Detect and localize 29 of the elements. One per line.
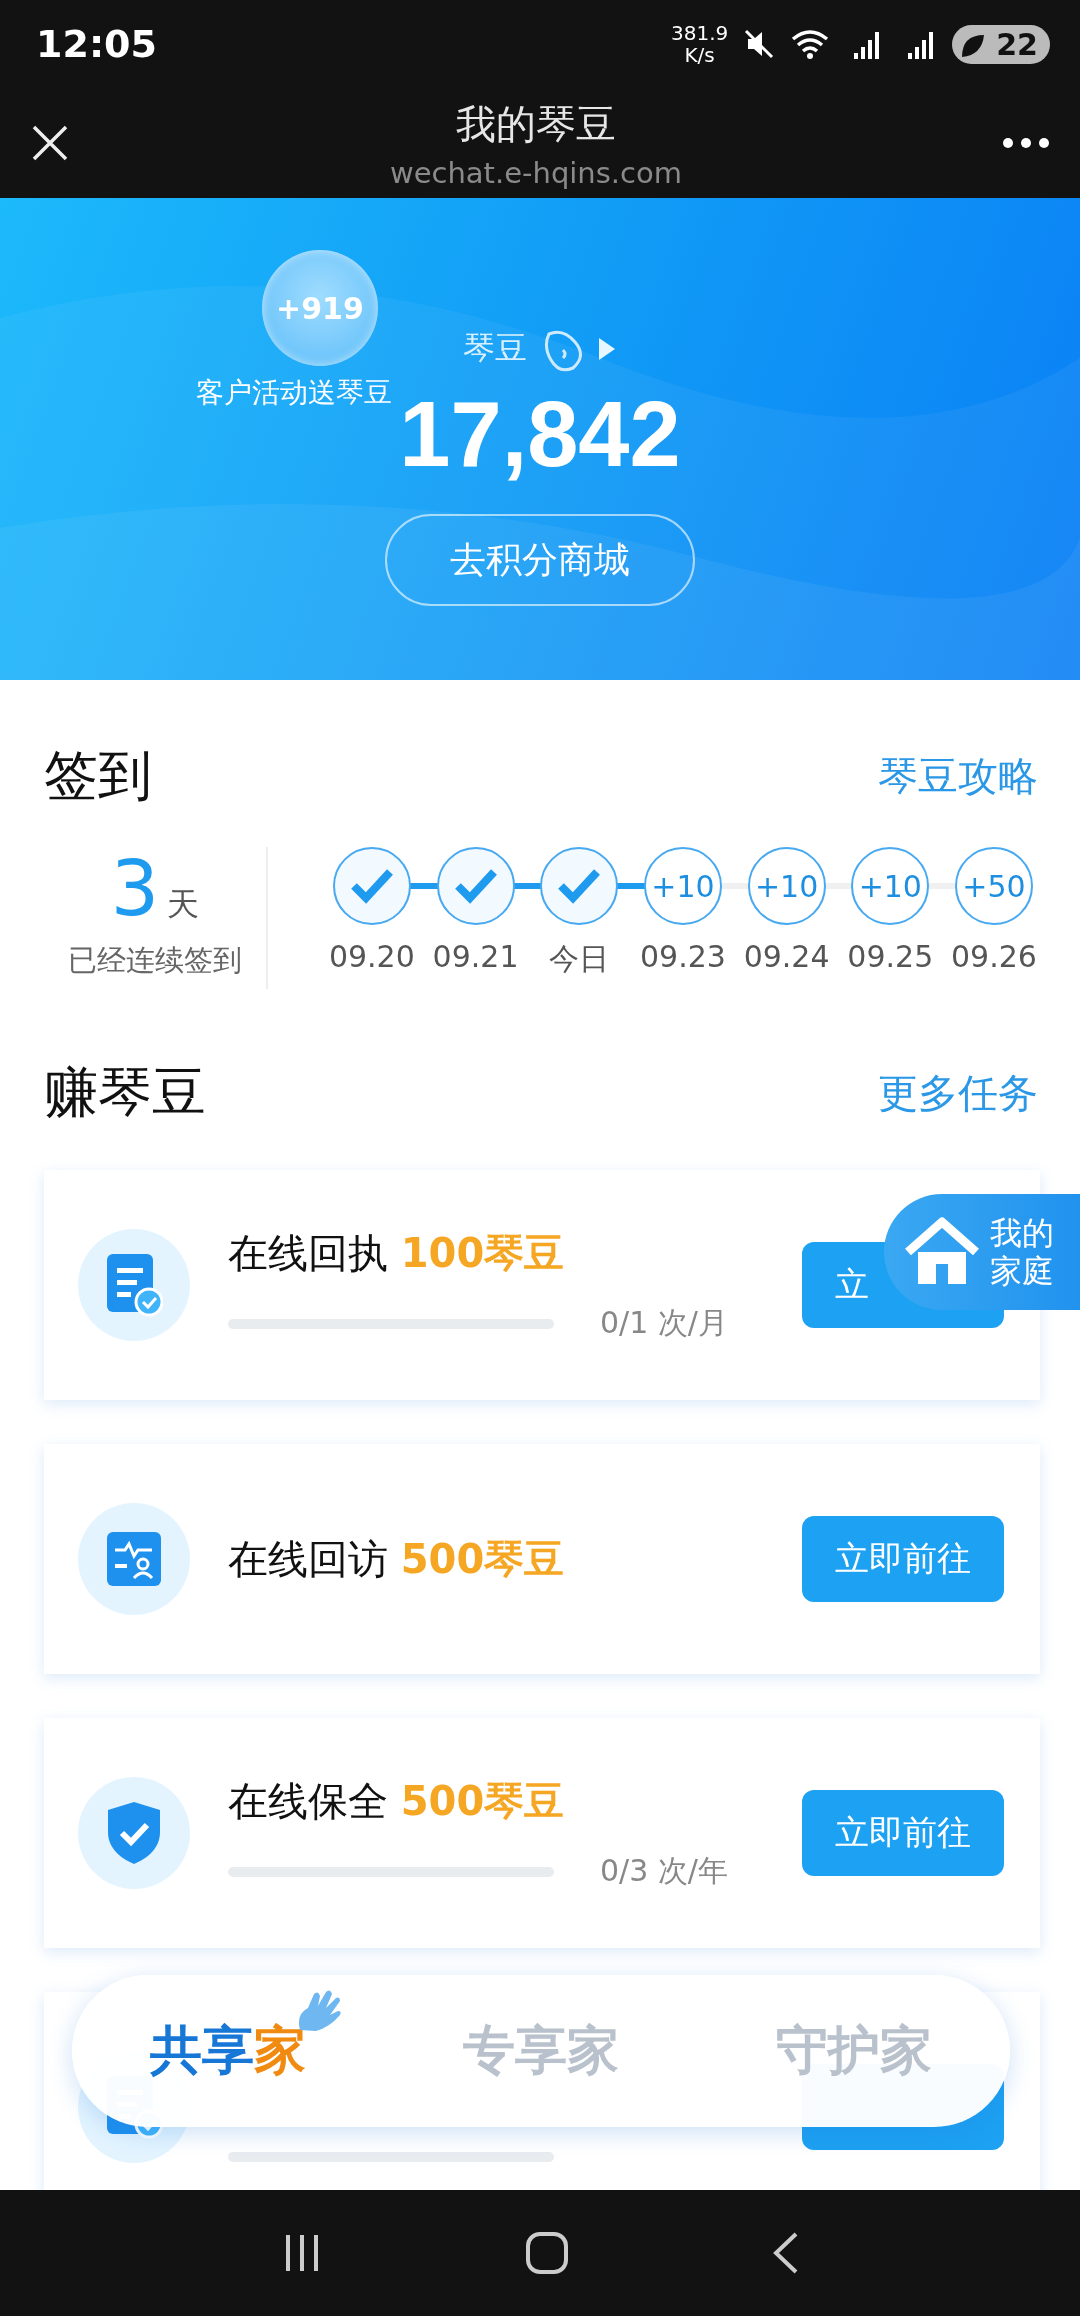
network-speed: 381.9 K/s	[671, 22, 729, 66]
day-label: 09.25	[847, 939, 934, 974]
streak-label: 已经连续签到	[68, 942, 242, 979]
points-label: 琴豆	[463, 328, 527, 369]
section-title: 签到	[44, 743, 152, 809]
reward-badge: +10	[851, 847, 930, 925]
day-label: 09.23	[639, 939, 726, 974]
points-balance: 17,842	[399, 386, 681, 482]
progress-count: 0/3 次/年	[600, 1852, 728, 1890]
task-title: 在线回执 100琴豆	[228, 1229, 566, 1278]
section-title: 赚琴豆	[44, 1060, 206, 1126]
reward-badge: +10	[747, 847, 826, 925]
day-label: 09.24	[743, 939, 830, 974]
day-label: 09.20	[328, 939, 415, 974]
page-url: wechat.e-hqins.com	[389, 155, 682, 190]
day-label: 09.21	[432, 939, 519, 974]
task-title: 在线保全 500琴豆	[228, 1777, 566, 1826]
task-title: 在线回访 500琴豆	[228, 1534, 566, 1584]
streak-unit: 天	[167, 884, 200, 925]
page-title: 我的琴豆	[456, 99, 616, 149]
clock-time: 12:05	[36, 22, 157, 66]
reward-badge: +50	[954, 847, 1033, 925]
streak-count: 3	[110, 847, 160, 931]
battery-indicator: 22	[952, 24, 1050, 64]
day-label: 今日	[549, 940, 610, 978]
bonus-label: 客户活动送琴豆	[196, 375, 392, 411]
reward-badge: +10	[643, 847, 722, 925]
progress-count: 0/1 次/月	[600, 1304, 728, 1342]
day-label: 09.26	[951, 939, 1037, 974]
